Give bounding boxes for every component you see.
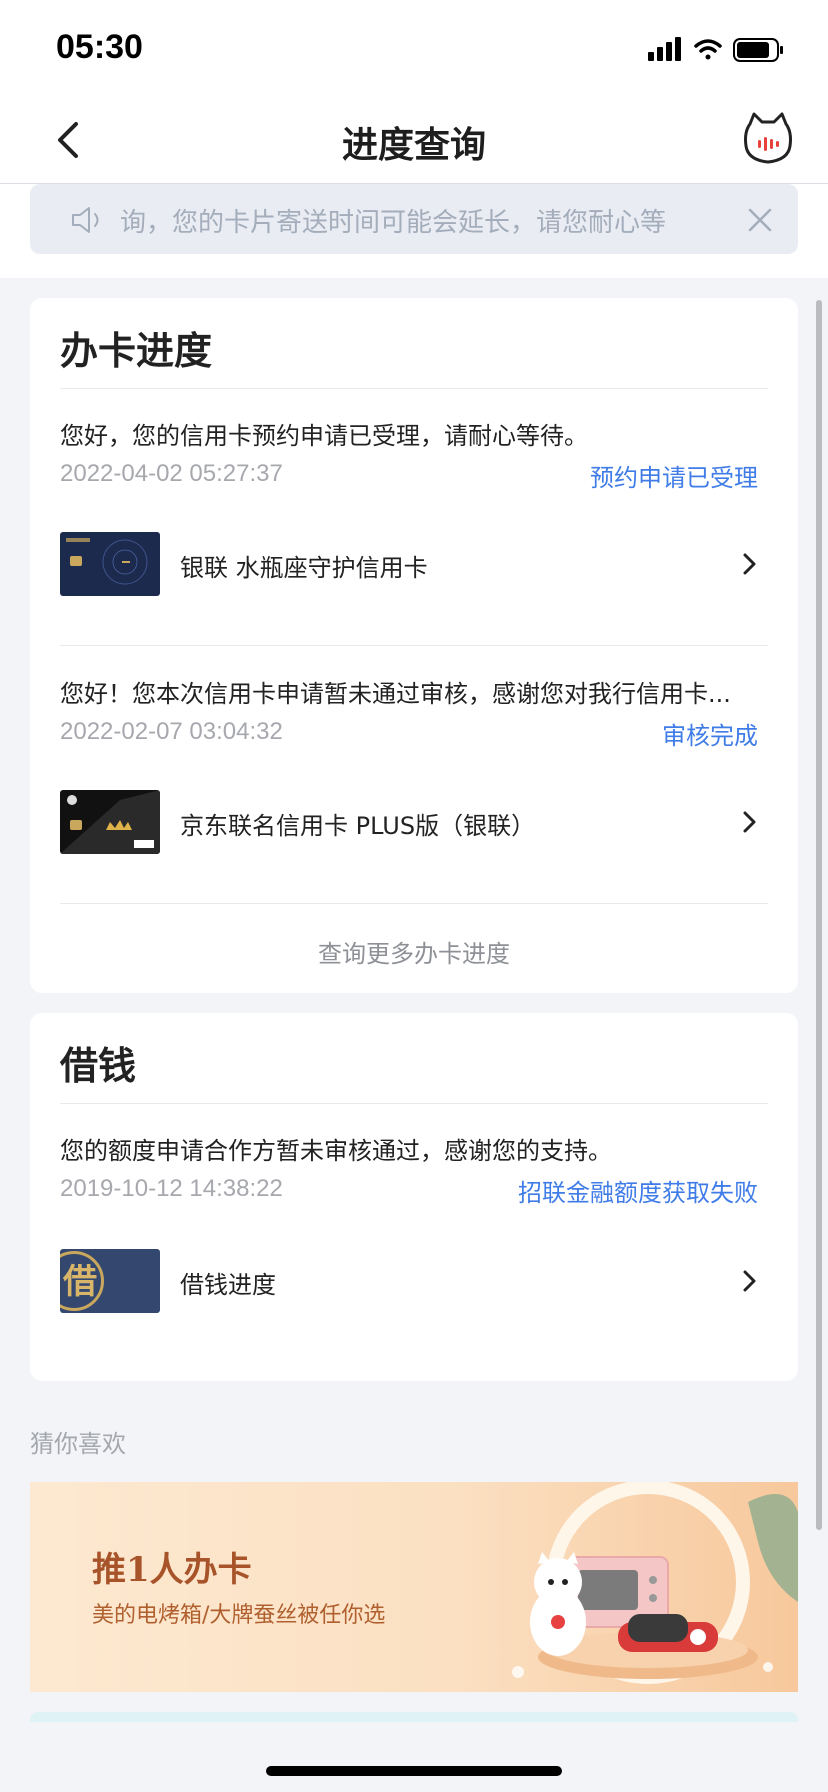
banner-illustration	[512, 1482, 798, 1684]
next-card-peek	[30, 1712, 798, 1722]
page-title: 进度查询	[341, 125, 486, 166]
chevron-right-icon	[743, 1270, 756, 1292]
card-thumbnail-jd-plus	[60, 790, 160, 854]
card-name: 银联 水瓶座守护信用卡	[180, 554, 428, 582]
chevron-right-icon	[743, 811, 756, 833]
notice-bar[interactable]: 询，您的卡片寄送时间可能会延长，请您耐心等	[30, 184, 798, 254]
divider	[60, 388, 768, 389]
divider	[60, 903, 768, 904]
divider	[60, 645, 768, 646]
status-time: 05:30	[56, 28, 143, 66]
card-name: 京东联名信用卡 PLUS版（银联）	[180, 812, 536, 840]
section-title: 借钱	[60, 1044, 137, 1088]
loan-thumbnail-char: 借	[60, 1251, 104, 1311]
loan-progress-row[interactable]: 借 借钱进度	[60, 1249, 768, 1313]
loan-time: 2019-10-12 14:38:22	[60, 1175, 283, 1202]
loan-section: 借钱 您的额度申请合作方暂未审核通过，感谢您的支持。 2019-10-12 14…	[30, 1013, 798, 1381]
promo-banner[interactable]: 推1人办卡 美的电烤箱/大牌蚕丝被任你选	[30, 1482, 798, 1692]
section-title: 办卡进度	[60, 329, 213, 373]
credit-card-row[interactable]: 银联 水瓶座守护信用卡	[60, 532, 768, 596]
progress-time: 2022-04-02 05:27:37	[60, 460, 283, 487]
status-icons	[648, 37, 783, 62]
progress-status[interactable]: 审核完成	[662, 716, 758, 751]
progress-message: 您好！您本次信用卡申请暂未通过审核，感谢您对我行信用卡...	[60, 680, 731, 708]
loan-status[interactable]: 招联金融额度获取失败	[518, 1173, 758, 1208]
chevron-right-icon	[743, 553, 756, 575]
battery-icon	[733, 38, 783, 62]
loan-message: 您的额度申请合作方暂未审核通过，感谢您的支持。	[60, 1137, 612, 1165]
progress-message: 您好，您的信用卡预约申请已受理，请耐心等待。	[60, 422, 588, 450]
recommend-label: 猜你喜欢	[30, 1430, 126, 1458]
loan-thumbnail: 借	[60, 1249, 160, 1313]
loan-item-name: 借钱进度	[180, 1271, 276, 1299]
notice-bar-wrapper: 询，您的卡片寄送时间可能会延长，请您耐心等	[0, 184, 828, 278]
home-indicator[interactable]	[266, 1766, 562, 1776]
notice-text: 询，您的卡片寄送时间可能会延长，请您耐心等	[120, 208, 667, 238]
banner-title: 推1人办卡	[92, 1550, 252, 1590]
progress-time: 2022-02-07 03:04:32	[60, 718, 283, 745]
divider	[60, 1103, 768, 1104]
query-more-progress-link[interactable]: 查询更多办卡进度	[30, 934, 798, 969]
speaker-icon	[72, 207, 99, 233]
nav-bar: 进度查询	[0, 96, 828, 184]
card-thumbnail-aquarius	[60, 532, 160, 596]
scrollbar[interactable]	[816, 300, 822, 1530]
progress-status[interactable]: 预约申请已受理	[590, 458, 758, 493]
card-progress-section: 办卡进度 您好，您的信用卡预约申请已受理，请耐心等待。 2022-04-02 0…	[30, 298, 798, 993]
credit-card-row[interactable]: 京东联名信用卡 PLUS版（银联）	[60, 790, 768, 854]
banner-subtitle: 美的电烤箱/大牌蚕丝被任你选	[92, 1603, 386, 1628]
customer-service-mascot-icon[interactable]	[742, 110, 794, 166]
signal-icon	[648, 37, 681, 61]
close-icon[interactable]	[746, 206, 774, 234]
status-bar: 05:30	[0, 0, 828, 96]
wifi-icon	[694, 39, 722, 60]
